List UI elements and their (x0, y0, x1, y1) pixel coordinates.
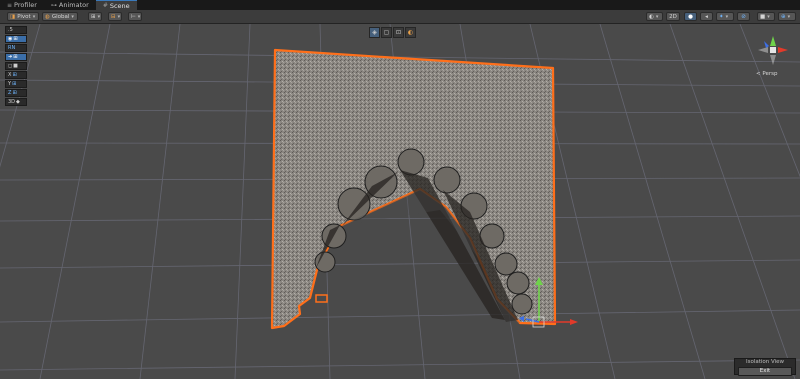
global-dropdown[interactable]: ◍ Global ▾ (42, 12, 78, 21)
chevron-down-icon: ▾ (97, 13, 101, 20)
tab-animator[interactable]: ⊶ Animator (44, 0, 96, 10)
chevron-down-icon: ▾ (725, 13, 729, 20)
hidden-objects-toggle[interactable]: ⊘ (737, 12, 750, 21)
scene-icon: # (102, 2, 108, 9)
grid-icon: ⊞ (12, 81, 17, 87)
y-axis-button[interactable]: Y ⊞ (5, 80, 27, 88)
chevron-down-icon: ▾ (137, 13, 141, 20)
animator-icon: ⊶ (50, 1, 57, 9)
chevron-down-icon: ▾ (117, 13, 121, 20)
selected-mesh[interactable] (270, 48, 557, 330)
frame-icon: ⊡ (395, 29, 402, 36)
profiler-icon: ≡ (7, 1, 13, 9)
cube-icon: ◆ (16, 99, 20, 105)
neg-x-cone-icon[interactable] (758, 47, 768, 53)
scene-canvas[interactable] (0, 24, 800, 379)
chevron-down-icon: ▾ (71, 13, 74, 20)
left-tool-overlay: .5 ◉ ⊞ RN ➜ ⊞ ◻ ■ X ⊞ Y ⊞ Z ⊞ 3D ◆ (5, 26, 27, 107)
x-axis-button[interactable]: X ⊞ (5, 71, 27, 79)
neg-y-cone-icon[interactable] (770, 55, 776, 65)
pivot-dropdown[interactable]: ◨ Pivot ▾ (7, 12, 39, 21)
chevron-down-icon: ▾ (655, 13, 659, 20)
chevron-down-icon: ▾ (787, 13, 791, 20)
chevron-down-icon: ▾ (767, 13, 770, 20)
z-label: Z (8, 90, 12, 96)
rect-tool-button[interactable]: ◻ ■ (5, 62, 27, 70)
pivot-icon: ◨ (10, 13, 16, 20)
tab-profiler-label: Profiler (14, 1, 37, 9)
tab-scene-label: Scene (109, 1, 130, 10)
tab-scene[interactable]: # Scene (95, 0, 137, 10)
snap-settings-button[interactable]: ⊟ ▾ (108, 12, 122, 21)
camera-dropdown[interactable]: ■ ▾ (757, 12, 775, 21)
chevron-down-icon: ▾ (32, 13, 36, 20)
speaker-icon: ◂ (705, 13, 708, 20)
scene-toolbar: ◨ Pivot ▾ ◍ Global ▾ ⊞ ▾ ⊟ ▾ ⊢ ▾ ◐ ▾ 2D … (0, 10, 800, 24)
x-arrow-icon[interactable] (570, 319, 578, 325)
window-tab-bar: ≡ Profiler ⊶ Animator # Scene (0, 0, 800, 10)
eye-icon: ◉ (8, 36, 13, 42)
3d-tool-button[interactable]: 3D ◆ (5, 98, 27, 106)
3d-label: 3D (8, 99, 16, 105)
y-cone-icon[interactable] (770, 36, 776, 46)
grid-snap-icon: ⊞ (91, 13, 96, 20)
global-icon: ◍ (45, 13, 50, 20)
z-cone-icon[interactable] (764, 41, 769, 48)
frame-button[interactable]: ⊡ (393, 27, 404, 38)
isolation-view-panel: Isolation View Exit (734, 358, 796, 376)
projection-label[interactable]: < Persp (756, 71, 777, 77)
x-label: X (8, 72, 12, 78)
z-axis-button[interactable]: Z ⊞ (5, 89, 27, 97)
lighting-toggle[interactable]: ● (684, 12, 697, 21)
x-cone-icon[interactable] (778, 47, 788, 53)
rn-label: RN (8, 45, 16, 51)
palette-icon: ◐ (407, 29, 414, 36)
increment-snap-icon: ⊢ (131, 13, 136, 20)
snap-icon: ⊟ (111, 13, 116, 20)
eye-slash-icon: ⊘ (741, 13, 746, 20)
exit-isolation-button[interactable]: Exit (738, 367, 792, 376)
cube-icon: ◈ (372, 29, 377, 36)
increment-snap-button[interactable]: ⊢ ▾ (128, 12, 142, 21)
isolation-view-title: Isolation View (745, 359, 785, 365)
grid-snap-button[interactable]: ⊞ ▾ (88, 12, 102, 21)
tab-profiler[interactable]: ≡ Profiler (0, 0, 44, 10)
view-cube-button[interactable]: ◈ (369, 27, 380, 38)
rect-icon: ◻ (8, 63, 13, 69)
gizmos-icon: ⊕ (781, 13, 786, 20)
move-tool-button[interactable]: ➜ ⊞ (5, 53, 27, 61)
camera-icon: ■ (760, 13, 766, 20)
center-cube-icon[interactable] (770, 47, 776, 53)
pivot-label: Pivot (17, 13, 31, 20)
tab-animator-label: Animator (58, 1, 89, 9)
scene-viewport[interactable] (0, 24, 800, 379)
audio-toggle[interactable]: ◂ (700, 12, 713, 21)
grid-icon: ⊞ (13, 36, 18, 42)
global-label: Global (51, 13, 70, 20)
grid-icon: ⊞ (12, 72, 17, 78)
palette-button[interactable]: ◐ (405, 27, 416, 38)
snap-value: .5 (8, 27, 13, 33)
scene-view-tools: ◈ ▢ ⊡ ◐ (369, 27, 416, 38)
rn-tool-button[interactable]: RN (5, 44, 27, 52)
gizmos-dropdown[interactable]: ⊕ ▾ (778, 12, 796, 21)
toggle-2d-button[interactable]: 2D (666, 12, 680, 21)
lightbulb-icon: ● (688, 13, 693, 20)
draw-mode-dropdown[interactable]: ◐ ▾ (646, 12, 663, 21)
rect-icon: ▢ (383, 29, 390, 36)
grid-icon: ⊞ (12, 90, 17, 96)
orientation-gizmo[interactable] (754, 32, 792, 72)
effects-icon: ✦ (719, 13, 724, 20)
view-tool-button[interactable]: ◉ ⊞ (5, 35, 27, 43)
draw-mode-icon: ◐ (649, 13, 654, 20)
grid-icon: ⊞ (13, 54, 18, 60)
mesh-stub (315, 294, 328, 303)
rect-select-button[interactable]: ▢ (381, 27, 392, 38)
y-label: Y (8, 81, 12, 87)
effects-dropdown[interactable]: ✦ ▾ (716, 12, 734, 21)
snap-value-field[interactable]: .5 (5, 26, 27, 34)
square-icon: ■ (13, 63, 18, 69)
arrow-right-icon: ➜ (8, 54, 13, 60)
mode-2d-label: 2D (669, 13, 677, 20)
